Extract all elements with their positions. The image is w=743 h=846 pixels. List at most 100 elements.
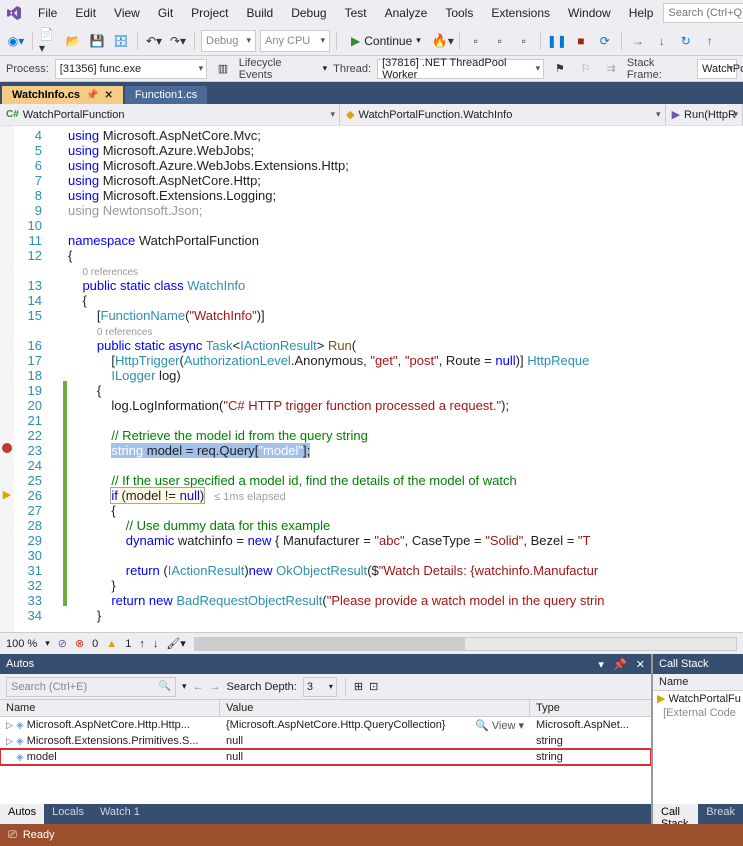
lifecycle-icon[interactable]: ▥: [213, 59, 233, 79]
brush-icon[interactable]: 🖌▾: [166, 637, 186, 650]
pin-icon[interactable]: 📌: [613, 659, 627, 671]
close-icon[interactable]: ✕: [636, 659, 645, 671]
stackframe-label: Stack Frame:: [627, 57, 691, 81]
warning-count-icon[interactable]: ▲: [106, 638, 117, 650]
new-item-icon[interactable]: 📄▾: [39, 31, 59, 51]
nav-back-icon[interactable]: ←: [193, 681, 204, 693]
callstack-col-name[interactable]: Name: [653, 674, 743, 691]
redo-icon[interactable]: ↷▾: [168, 31, 188, 51]
csharp-icon: C#: [6, 109, 19, 120]
health-icon[interactable]: ⊘: [58, 637, 67, 650]
tab-callstack[interactable]: Call Stack: [653, 804, 698, 824]
tab-label: WatchInfo.cs: [12, 89, 80, 101]
col-value-header[interactable]: Value: [220, 700, 530, 716]
nav-project-combo[interactable]: C# WatchPortalFunction: [0, 104, 340, 125]
tab-watchinfo[interactable]: WatchInfo.cs 📌 ✕: [2, 86, 123, 104]
back-nav-icon[interactable]: ◉▾: [6, 31, 26, 51]
nav-down-icon[interactable]: ↓: [153, 638, 159, 650]
autos-grid-header: Name Value Type: [0, 700, 651, 717]
pause-icon[interactable]: ❚❚: [547, 31, 567, 51]
hot-reload-icon[interactable]: 🔥▾: [433, 31, 453, 51]
autos-row[interactable]: ▷◈Microsoft.AspNetCore.Http.Http...{Micr…: [0, 717, 651, 733]
flag-icon[interactable]: ⚑: [550, 59, 570, 79]
depth-label: Search Depth:: [227, 681, 297, 693]
nav-up-icon[interactable]: ↑: [139, 638, 145, 650]
error-count-icon[interactable]: ⊗: [75, 637, 84, 650]
callstack-body[interactable]: Name ▶ WatchPortalFu [External Code: [653, 674, 743, 804]
open-icon[interactable]: 📂: [63, 31, 83, 51]
col-name-header[interactable]: Name: [0, 700, 220, 716]
menu-edit[interactable]: Edit: [67, 3, 104, 23]
search-depth-input[interactable]: 3▾: [303, 677, 337, 697]
menu-help[interactable]: Help: [621, 3, 662, 23]
threads-icon[interactable]: ⚐: [576, 59, 596, 79]
menu-extensions[interactable]: Extensions: [483, 3, 558, 23]
close-icon[interactable]: ✕: [105, 90, 113, 101]
horizontal-scrollbar[interactable]: [194, 637, 737, 651]
undo-icon[interactable]: ↶▾: [144, 31, 164, 51]
menu-git[interactable]: Git: [150, 3, 181, 23]
restart-icon[interactable]: ⟳: [595, 31, 615, 51]
tool-icon-2[interactable]: ⊡: [369, 680, 378, 693]
tab-breakpoints[interactable]: Break: [698, 804, 743, 824]
continue-button[interactable]: ▶ Continue ▾: [343, 30, 429, 52]
debug-location-toolbar: Process: [31356] func.exe ▥ Lifecycle Ev…: [0, 56, 743, 82]
callstack-panel: Call Stack Name ▶ WatchPortalFu [Externa…: [653, 654, 743, 824]
nav-type-combo[interactable]: ◆ WatchPortalFunction.WatchInfo: [340, 104, 666, 125]
step-over-icon[interactable]: ↻: [676, 31, 696, 51]
window-menu-icon[interactable]: ▾: [598, 659, 604, 671]
nav-fwd-icon[interactable]: →: [210, 681, 221, 693]
nav-member-combo[interactable]: ▶ Run(HttpR: [666, 104, 743, 125]
pin-icon[interactable]: 📌: [86, 90, 98, 101]
save-icon[interactable]: 💾: [87, 31, 107, 51]
error-count: 0: [92, 638, 98, 650]
search-dropdown-icon[interactable]: ▾: [182, 681, 187, 692]
tab-watch1[interactable]: Watch 1: [92, 804, 148, 824]
zoom-level[interactable]: 100 %: [6, 638, 37, 650]
step-out-icon[interactable]: ↑: [700, 31, 720, 51]
save-all-icon[interactable]: 🗄: [111, 31, 131, 51]
solution-config-combo[interactable]: Debug: [201, 30, 256, 52]
step-next-icon[interactable]: →: [628, 31, 648, 51]
autos-row[interactable]: ▷◈Microsoft.Extensions.Primitives.S...nu…: [0, 733, 651, 749]
tool-icon[interactable]: ⊞: [354, 680, 363, 693]
tab-autos[interactable]: Autos: [0, 804, 44, 824]
menu-file[interactable]: File: [30, 3, 65, 23]
menu-tools[interactable]: Tools: [437, 3, 481, 23]
menu-project[interactable]: Project: [183, 3, 236, 23]
process-combo[interactable]: [31356] func.exe: [55, 59, 207, 79]
menu-bar: File Edit View Git Project Build Debug T…: [0, 0, 743, 26]
menu-debug[interactable]: Debug: [283, 3, 334, 23]
menu-view[interactable]: View: [106, 3, 148, 23]
step-into-icon[interactable]: ↓: [652, 31, 672, 51]
autos-grid[interactable]: Name Value Type ▷◈Microsoft.AspNetCore.H…: [0, 700, 651, 804]
callstack-row[interactable]: ▶ WatchPortalFu: [653, 691, 743, 706]
menu-test[interactable]: Test: [337, 3, 375, 23]
menu-build[interactable]: Build: [239, 3, 282, 23]
col-type-header[interactable]: Type: [530, 700, 651, 716]
tab-locals[interactable]: Locals: [44, 804, 92, 824]
tool-icon-2[interactable]: ▫: [490, 31, 510, 51]
autos-row[interactable]: ◈modelnullstring: [0, 749, 651, 765]
menu-window[interactable]: Window: [560, 3, 619, 23]
stop-icon[interactable]: ■: [571, 31, 591, 51]
tool-icon-3[interactable]: ▫: [514, 31, 534, 51]
quick-launch-input[interactable]: [663, 3, 743, 23]
thread-combo[interactable]: [37816] .NET ThreadPool Worker: [377, 59, 544, 79]
bottom-panel-area: Autos ▾ 📌 ✕ Search (Ctrl+E) ▾ ← → Search…: [0, 654, 743, 824]
solution-platform-combo[interactable]: Any CPU: [260, 30, 330, 52]
tab-function1[interactable]: Function1.cs: [125, 86, 207, 104]
code-editor[interactable]: ▶ 45678910111213141516171819202122232425…: [0, 126, 743, 632]
callstack-row[interactable]: [External Code: [653, 706, 743, 720]
output-icon[interactable]: ⎚: [8, 829, 17, 842]
threads-icon-2[interactable]: ⇉: [601, 59, 621, 79]
tool-icon[interactable]: ▫: [466, 31, 486, 51]
lifecycle-label: Lifecycle Events: [239, 57, 317, 81]
process-label: Process:: [6, 63, 49, 75]
stackframe-combo[interactable]: WatchPo: [697, 59, 737, 79]
thread-label: Thread:: [333, 63, 371, 75]
autos-search-input[interactable]: Search (Ctrl+E): [6, 677, 176, 697]
status-bar: ⎚ Ready: [0, 824, 743, 846]
method-icon: ▶: [672, 108, 680, 121]
menu-analyze[interactable]: Analyze: [377, 3, 436, 23]
